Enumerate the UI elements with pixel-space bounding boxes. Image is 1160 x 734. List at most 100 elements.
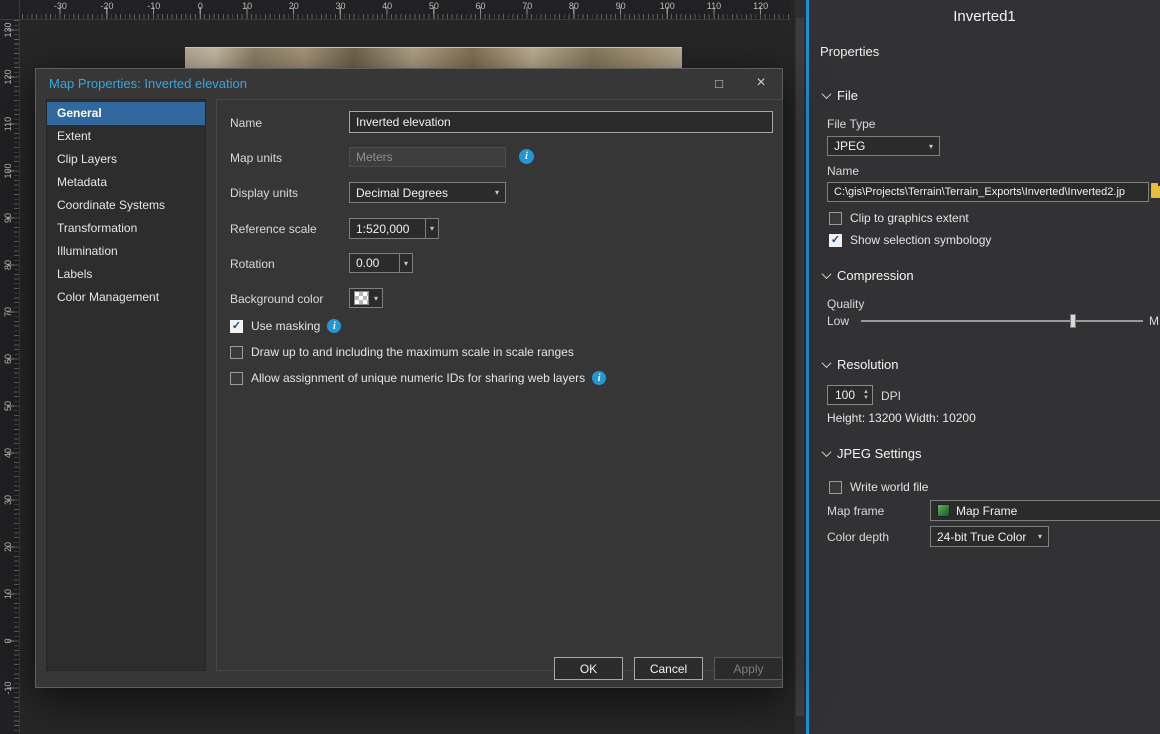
scrollbar-thumb[interactable] xyxy=(796,18,804,716)
ruler-label: -10 xyxy=(2,680,14,696)
ruler-label: 20 xyxy=(270,1,317,12)
file-type-value: JPEG xyxy=(834,139,865,153)
quality-max-label: M xyxy=(1149,314,1159,328)
ruler-label: 60 xyxy=(457,1,504,12)
section-file-header[interactable]: File xyxy=(823,88,858,103)
quality-min-label: Low xyxy=(827,314,849,328)
background-color-picker[interactable]: ▾ xyxy=(349,288,383,308)
file-type-dropdown[interactable]: JPEG ▾ xyxy=(827,136,940,156)
ruler-minor-ticks xyxy=(20,14,790,19)
ruler-label: 30 xyxy=(317,1,364,12)
sidebar-item-transformation[interactable]: Transformation xyxy=(47,217,205,240)
export-pane: Inverted1 Properties File File Type JPEG… xyxy=(809,0,1160,734)
section-compression-header[interactable]: Compression xyxy=(823,268,914,283)
map-name-input[interactable] xyxy=(349,111,773,133)
horizontal-ruler: -30-20-100102030405060708090100110120 xyxy=(20,0,790,20)
ruler-label: 40 xyxy=(2,445,14,461)
ruler-label: -30 xyxy=(37,1,84,12)
display-units-dropdown[interactable]: Decimal Degrees ▾ xyxy=(349,182,506,203)
vertical-scrollbar[interactable] xyxy=(793,0,806,734)
ruler-label: 90 xyxy=(597,1,644,12)
section-label: Compression xyxy=(837,268,914,283)
browse-folder-icon[interactable] xyxy=(1151,186,1160,198)
map-frame-label: Map frame xyxy=(827,504,884,518)
sidebar-item-general[interactable]: General xyxy=(47,102,205,125)
sidebar-item-illumination[interactable]: Illumination xyxy=(47,240,205,263)
ruler-label: 0 xyxy=(2,633,14,649)
color-depth-dropdown[interactable]: 24-bit True Color ▾ xyxy=(930,526,1049,547)
reference-scale-label: Reference scale xyxy=(230,222,317,236)
unique-numeric-ids-row: ✓ Allow assignment of unique numeric IDs… xyxy=(230,370,606,386)
rotation-combo[interactable]: 0.00 ▾ xyxy=(349,253,413,273)
sidebar-item-clip-layers[interactable]: Clip Layers xyxy=(47,148,205,171)
color-depth-value: 24-bit True Color xyxy=(937,530,1026,544)
section-jpeg-settings-header[interactable]: JPEG Settings xyxy=(823,446,922,461)
sidebar-item-extent[interactable]: Extent xyxy=(47,125,205,148)
checkbox-label: Allow assignment of unique numeric IDs f… xyxy=(251,371,585,385)
sidebar-item-coordinate-systems[interactable]: Coordinate Systems xyxy=(47,194,205,217)
section-label: Resolution xyxy=(837,357,898,372)
cancel-button[interactable]: Cancel xyxy=(634,657,703,680)
chevron-down-icon xyxy=(822,358,832,368)
display-units-value: Decimal Degrees xyxy=(356,186,448,200)
rotation-label: Rotation xyxy=(230,257,275,271)
dimensions-text: Height: 13200 Width: 10200 xyxy=(827,411,976,425)
checkbox-label: Draw up to and including the maximum sca… xyxy=(251,345,574,359)
dpi-value: 100 xyxy=(835,388,855,402)
use-masking-checkbox[interactable]: ✓ xyxy=(230,320,243,333)
checkbox-label: Show selection symbology xyxy=(850,233,991,247)
checkbox-label: Clip to graphics extent xyxy=(850,211,969,225)
checkbox-label: Use masking xyxy=(251,319,320,333)
unique-numeric-ids-checkbox[interactable]: ✓ xyxy=(230,372,243,385)
reference-scale-value: 1:520,000 xyxy=(356,222,409,236)
reference-scale-combo[interactable]: 1:520,000 ▾ xyxy=(349,218,439,239)
chevron-down-icon: ▾ xyxy=(1033,532,1042,541)
chevron-down-icon xyxy=(822,89,832,99)
show-selection-symbology-checkbox[interactable]: ✓ xyxy=(829,234,842,247)
clip-to-graphics-checkbox[interactable]: ✓ xyxy=(829,212,842,225)
dpi-label: DPI xyxy=(881,389,901,403)
ruler-label: 40 xyxy=(364,1,411,12)
maximize-icon[interactable]: □ xyxy=(698,69,740,97)
rotation-value: 0.00 xyxy=(356,256,379,270)
ruler-label: 80 xyxy=(2,257,14,273)
quality-slider[interactable] xyxy=(861,313,1143,329)
sidebar-item-color-management[interactable]: Color Management xyxy=(47,286,205,309)
draw-up-to-max-scale-checkbox[interactable]: ✓ xyxy=(230,346,243,359)
ruler-label: 90 xyxy=(2,210,14,226)
chevron-down-icon: ▾ xyxy=(924,142,933,151)
ruler-label: 100 xyxy=(2,163,14,179)
pane-title: Inverted1 xyxy=(809,8,1160,25)
chevron-down-icon: ▾ xyxy=(490,188,499,197)
info-icon[interactable]: i xyxy=(592,371,606,385)
info-icon[interactable]: i xyxy=(327,319,341,333)
slider-track xyxy=(861,320,1143,322)
section-resolution-header[interactable]: Resolution xyxy=(823,357,898,372)
apply-button[interactable]: Apply xyxy=(714,657,783,680)
ruler-label: 10 xyxy=(224,1,271,12)
map-frame-dropdown[interactable]: Map Frame xyxy=(930,500,1160,521)
ruler-label: -10 xyxy=(130,1,177,12)
file-type-label: File Type xyxy=(827,117,875,131)
ruler-label: 60 xyxy=(2,351,14,367)
sidebar-item-labels[interactable]: Labels xyxy=(47,263,205,286)
section-label: File xyxy=(837,88,858,103)
dialog-title: Map Properties: Inverted elevation xyxy=(36,76,247,91)
ruler-label: -20 xyxy=(84,1,131,12)
map-units-info-icon[interactable]: i xyxy=(519,149,534,164)
transparent-color-swatch xyxy=(354,291,369,305)
ruler-label: 120 xyxy=(2,69,14,85)
properties-label: Properties xyxy=(820,44,879,59)
spinner-arrows-icon[interactable]: ▲▼ xyxy=(863,389,872,401)
close-icon[interactable]: × xyxy=(740,69,782,97)
dpi-spinner[interactable]: 100 ▲▼ xyxy=(827,385,873,405)
write-world-file-checkbox[interactable]: ✓ xyxy=(829,481,842,494)
ok-button[interactable]: OK xyxy=(554,657,623,680)
quality-slider-handle[interactable] xyxy=(1070,314,1076,328)
file-path-input[interactable] xyxy=(827,182,1149,202)
dialog-titlebar[interactable]: Map Properties: Inverted elevation □ × xyxy=(36,69,782,97)
sidebar-item-metadata[interactable]: Metadata xyxy=(47,171,205,194)
chevron-down-icon xyxy=(822,269,832,279)
ruler-label: 70 xyxy=(504,1,551,12)
ruler-label: 110 xyxy=(691,1,738,12)
